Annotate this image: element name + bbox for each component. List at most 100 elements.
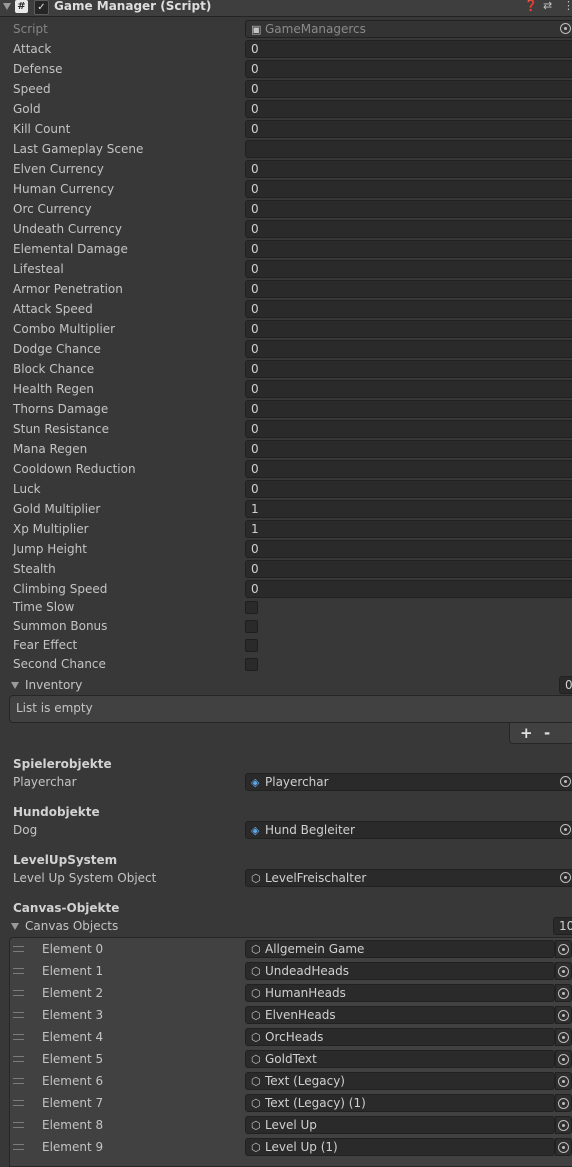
- object-picker-icon: [558, 1098, 569, 1109]
- field-input[interactable]: 0: [245, 260, 572, 278]
- object-picker-button[interactable]: [555, 1050, 572, 1068]
- object-picker-icon: [558, 1010, 569, 1021]
- field-input[interactable]: 0: [245, 460, 572, 478]
- object-picker-icon: [560, 23, 571, 34]
- field-input[interactable]: 0: [245, 100, 572, 118]
- field-input[interactable]: 0: [245, 200, 572, 218]
- field-input[interactable]: 0: [245, 300, 572, 318]
- object-picker-icon[interactable]: [560, 872, 571, 883]
- object-picker-icon: [558, 1120, 569, 1131]
- field-input[interactable]: 0: [245, 40, 572, 58]
- element-object-field[interactable]: ⬡ Allgemein Game: [245, 940, 555, 958]
- script-value: GameManagercs: [265, 22, 366, 36]
- element-object-field[interactable]: ⬡ Level Up (1): [245, 1138, 555, 1156]
- toggle-checkbox[interactable]: [245, 601, 258, 614]
- drag-handle-icon[interactable]: [13, 946, 24, 952]
- field-input[interactable]: 0: [245, 60, 572, 78]
- object-picker-button[interactable]: [555, 962, 572, 980]
- field-input[interactable]: 0: [245, 420, 572, 438]
- drag-handle-icon[interactable]: [13, 968, 24, 974]
- remove-element-button[interactable]: -: [544, 724, 550, 742]
- field-input[interactable]: [245, 140, 572, 158]
- field-input[interactable]: 0: [245, 440, 572, 458]
- object-field[interactable]: ◈ Playerchar: [245, 773, 572, 791]
- element-object-field[interactable]: ⬡ Text (Legacy) (1): [245, 1094, 555, 1112]
- inventory-size-field[interactable]: 0: [559, 676, 572, 694]
- object-picker-button[interactable]: [555, 1072, 572, 1090]
- drag-handle-icon[interactable]: [13, 1144, 24, 1150]
- field-input[interactable]: 0: [245, 580, 572, 598]
- add-element-button[interactable]: +: [520, 724, 533, 742]
- kebab-menu-icon[interactable]: ⋮: [563, 0, 572, 12]
- object-field[interactable]: ◈ Hund Begleiter: [245, 821, 572, 839]
- field-label: Lifesteal: [13, 262, 64, 276]
- object-picker-button[interactable]: [555, 1028, 572, 1046]
- list-add-remove-bar: + -: [509, 723, 572, 744]
- field-input[interactable]: 0: [245, 160, 572, 178]
- drag-handle-icon[interactable]: [13, 1100, 24, 1106]
- inventory-foldout-icon[interactable]: [11, 682, 19, 689]
- element-object-field[interactable]: ⬡ OrcHeads: [245, 1028, 555, 1046]
- inventory-label[interactable]: Inventory: [25, 676, 82, 694]
- field-input[interactable]: 1: [245, 520, 572, 538]
- gameobject-icon: ⬡: [251, 987, 261, 1000]
- object-picker-button[interactable]: [555, 940, 572, 958]
- field-input[interactable]: 0: [245, 400, 572, 418]
- field-input[interactable]: 0: [245, 560, 572, 578]
- drag-handle-icon[interactable]: [13, 1034, 24, 1040]
- object-picker-button[interactable]: [555, 1006, 572, 1024]
- element-object-field[interactable]: ⬡ ElvenHeads: [245, 1006, 555, 1024]
- field-input[interactable]: 0: [245, 360, 572, 378]
- field-label: Dodge Chance: [13, 342, 101, 356]
- object-field[interactable]: ⬡ LevelFreischalter: [245, 869, 572, 887]
- field-input[interactable]: 0: [245, 540, 572, 558]
- gameobject-icon: ⬡: [251, 1097, 261, 1110]
- help-icon[interactable]: ❓: [524, 0, 538, 12]
- field-input[interactable]: 0: [245, 180, 572, 198]
- field-label: Block Chance: [13, 362, 95, 376]
- element-object-field[interactable]: ⬡ UndeadHeads: [245, 962, 555, 980]
- component-title[interactable]: Game Manager (Script): [54, 0, 211, 13]
- object-picker-icon[interactable]: [560, 776, 571, 787]
- toggle-checkbox[interactable]: [245, 658, 258, 671]
- field-input[interactable]: 0: [245, 320, 572, 338]
- field-label: Armor Penetration: [13, 282, 123, 296]
- element-object-field[interactable]: ⬡ HumanHeads: [245, 984, 555, 1002]
- toggle-checkbox[interactable]: [245, 639, 258, 652]
- drag-handle-icon[interactable]: [13, 1012, 24, 1018]
- object-picker-icon: [558, 966, 569, 977]
- element-object-field[interactable]: ⬡ GoldText: [245, 1050, 555, 1068]
- element-object-field[interactable]: ⬡ Text (Legacy): [245, 1072, 555, 1090]
- drag-handle-icon[interactable]: [13, 1122, 24, 1128]
- object-picker-button[interactable]: [555, 1094, 572, 1112]
- canvas-objects-size-field[interactable]: 10: [553, 917, 572, 935]
- component-enabled-checkbox[interactable]: ✓: [34, 0, 49, 15]
- field-input[interactable]: 0: [245, 80, 572, 98]
- toggle-checkbox[interactable]: [245, 620, 258, 633]
- field-input[interactable]: 0: [245, 240, 572, 258]
- gameobject-icon: ⬡: [251, 943, 261, 956]
- object-picker-button[interactable]: [555, 1138, 572, 1156]
- presets-icon[interactable]: ⇄: [543, 0, 552, 12]
- field-input[interactable]: 0: [245, 120, 572, 138]
- field-input[interactable]: 0: [245, 220, 572, 238]
- field-input[interactable]: 0: [245, 280, 572, 298]
- field-label: Mana Regen: [13, 442, 88, 456]
- foldout-arrow-icon[interactable]: [3, 3, 11, 10]
- object-picker-button[interactable]: [555, 1116, 572, 1134]
- drag-handle-icon[interactable]: [13, 990, 24, 996]
- object-picker-button[interactable]: [555, 984, 572, 1002]
- canvas-objects-label[interactable]: Canvas Objects: [25, 917, 118, 935]
- drag-handle-icon[interactable]: [13, 1078, 24, 1084]
- field-label: Human Currency: [13, 182, 115, 196]
- object-picker-icon[interactable]: [560, 824, 571, 835]
- drag-handle-icon[interactable]: [13, 1056, 24, 1062]
- canvas-objects-foldout-icon[interactable]: [11, 923, 19, 930]
- gameobject-icon: ⬡: [251, 1141, 261, 1154]
- gameobject-icon: ⬡: [251, 1031, 261, 1044]
- element-object-field[interactable]: ⬡ Level Up: [245, 1116, 555, 1134]
- field-input[interactable]: 0: [245, 380, 572, 398]
- field-input[interactable]: 1: [245, 500, 572, 518]
- field-input[interactable]: 0: [245, 340, 572, 358]
- field-input[interactable]: 0: [245, 480, 572, 498]
